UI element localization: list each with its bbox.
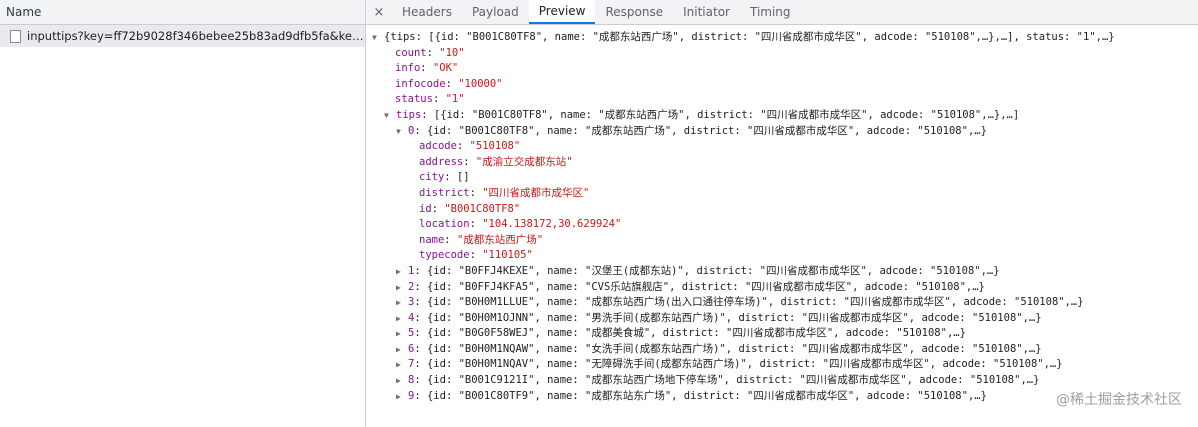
json-field: status: "1" [395, 93, 465, 106]
tips-item[interactable]: ▶ 2: {id: "B0FFJ4KFA5", name: "CVS乐站旗舰店",… [366, 280, 1198, 296]
name-column-header[interactable]: Name [0, 0, 365, 25]
field-key: address [419, 155, 464, 168]
tips-item[interactable]: ▶ 7: {id: "B0H0M1NQAV", name: "无障碍洗手间(成都东… [366, 357, 1198, 373]
item-index: 0 [408, 124, 415, 137]
item-index: 9 [408, 389, 415, 402]
item-index: 5 [408, 327, 415, 340]
field-key: id [419, 202, 432, 215]
request-row[interactable]: inputtips?key=ff72b9028f346bebee25b83ad9… [0, 25, 365, 47]
item0-field: district: "四川省成都市成华区" [419, 186, 590, 199]
item0-field: address: "成渝立交成都东站" [419, 155, 573, 168]
expanded-triangle-icon[interactable]: ▼ [396, 124, 408, 140]
collapsed-triangle-icon[interactable]: ▶ [396, 264, 408, 280]
item-index: 1 [408, 264, 415, 277]
tips-item-0[interactable]: ▼ 0: {id: "B001C80TF8", name: "成都东站西广场", … [366, 124, 1198, 140]
item0-field: id: "B001C80TF8" [419, 202, 521, 215]
field-value: "OK" [432, 62, 459, 75]
field-value: "104.138172,30.629924" [482, 218, 622, 231]
item-summary: {id: "B0H0M1OJNN", name: "男洗手间(成都东站西广场)"… [426, 311, 1042, 324]
json-field: info: "OK" [395, 62, 459, 75]
item-index: 4 [408, 311, 415, 324]
field-value: "成渝立交成都东站" [475, 155, 573, 168]
tab-preview[interactable]: Preview [528, 0, 596, 24]
close-icon[interactable]: × [366, 0, 392, 24]
item-index: 7 [408, 358, 415, 371]
expanded-triangle-icon[interactable]: ▼ [372, 30, 384, 46]
item-index: 3 [408, 296, 415, 309]
field-value: "B001C80TF8" [444, 202, 521, 215]
item-index: 2 [408, 280, 415, 293]
tab-response[interactable]: Response [595, 0, 673, 24]
item-summary: {id: "B0G0F58WEJ", name: "成都美食城", distri… [426, 327, 966, 340]
tips-item[interactable]: ▶ 3: {id: "B0H0M1LLUE", name: "成都东站西广场(出入… [366, 295, 1198, 311]
field-value: "成都东站西广场" [456, 233, 544, 246]
collapsed-triangle-icon[interactable]: ▶ [396, 280, 408, 296]
collapsed-triangle-icon[interactable]: ▶ [396, 311, 408, 327]
item-summary: {id: "B001C9121I", name: "成都东站西广场地下停车场",… [426, 374, 1040, 387]
field-value: "1" [445, 93, 465, 106]
item-summary: {id: "B001C80TF9", name: "成都东站东广场", dist… [426, 389, 987, 402]
field-value: "110105" [482, 249, 533, 262]
field-key: tips [396, 108, 422, 121]
item-summary: {id: "B0H0M1LLUE", name: "成都东站西广场(出入口通往停… [426, 296, 1084, 309]
details-pane: × Headers Payload Preview Response Initi… [366, 0, 1198, 427]
field-key: infocode [395, 77, 446, 90]
field-value: "10000" [458, 77, 503, 90]
item0-field: adcode: "510108" [419, 140, 521, 153]
item-summary: {id: "B0H0M1NQAV", name: "无障碍洗手间(成都东站西广场… [426, 358, 1063, 371]
field-key: adcode [419, 140, 457, 153]
item-summary: {id: "B0FFJ4KEXE", name: "汉堡王(成都东站)", di… [426, 264, 1000, 277]
collapsed-triangle-icon[interactable]: ▶ [396, 295, 408, 311]
document-icon [10, 29, 21, 43]
field-value: [] [456, 171, 470, 184]
request-name: inputtips?key=ff72b9028f346bebee25b83ad9… [27, 29, 365, 43]
tab-payload[interactable]: Payload [462, 0, 529, 24]
field-key: count [395, 46, 427, 59]
root-summary: {tips: [{id: "B001C80TF8", name: "成都东站西广… [384, 31, 1115, 43]
field-key: district [419, 186, 470, 199]
item-summary: {id: "B0H0M1NQAW", name: "女洗手间(成都东站西广场)"… [426, 342, 1042, 355]
collapsed-triangle-icon[interactable]: ▶ [396, 326, 408, 342]
collapsed-triangle-icon[interactable]: ▶ [396, 357, 408, 373]
tips-item[interactable]: ▶ 6: {id: "B0H0M1NQAW", name: "女洗手间(成都东站西… [366, 342, 1198, 358]
item0-field: location: "104.138172,30.629924" [419, 218, 622, 231]
field-key: name [419, 233, 445, 246]
collapsed-triangle-icon[interactable]: ▶ [396, 389, 408, 405]
name-header-label: Name [6, 5, 42, 19]
field-key: city [419, 171, 445, 184]
tips-item[interactable]: ▶ 5: {id: "B0G0F58WEJ", name: "成都美食城", di… [366, 326, 1198, 342]
tips-item[interactable]: ▶ 1: {id: "B0FFJ4KEXE", name: "汉堡王(成都东站)"… [366, 264, 1198, 280]
root-object-node[interactable]: ▼ {tips: [{id: "B001C80TF8", name: "成都东站西… [366, 30, 1198, 46]
preview-json-tree: ▼ {tips: [{id: "B001C80TF8", name: "成都东站西… [366, 25, 1198, 404]
tips-array-node[interactable]: ▼ tips: [{id: "B001C80TF8", name: "成都东站西广… [366, 108, 1198, 124]
json-field: infocode: "10000" [395, 77, 503, 90]
field-key: status [395, 93, 433, 106]
details-tabbar: × Headers Payload Preview Response Initi… [366, 0, 1198, 25]
collapsed-triangle-icon[interactable]: ▶ [396, 373, 408, 389]
collapsed-triangle-icon[interactable]: ▶ [396, 342, 408, 358]
tab-timing[interactable]: Timing [740, 0, 801, 24]
request-list-pane: Name inputtips?key=ff72b9028f346bebee25b… [0, 0, 366, 427]
tips-item[interactable]: ▶ 4: {id: "B0H0M1OJNN", name: "男洗手间(成都东站西… [366, 311, 1198, 327]
item-summary: {id: "B001C80TF8", name: "成都东站西广场", dist… [426, 124, 987, 137]
item-index: 8 [408, 374, 415, 387]
field-key: location [419, 218, 470, 231]
item0-field: city: [] [419, 171, 470, 184]
item-index: 6 [408, 342, 415, 355]
item0-field: name: "成都东站西广场" [419, 233, 544, 246]
json-field: count: "10" [395, 46, 465, 59]
field-key: typecode [419, 249, 470, 262]
field-key: info [395, 62, 421, 75]
item-summary: {id: "B0FFJ4KFA5", name: "CVS乐站旗舰店", dis… [426, 280, 985, 293]
watermark: @稀土掘金技术社区 [1056, 392, 1182, 408]
tab-initiator[interactable]: Initiator [673, 0, 740, 24]
tips-summary: [{id: "B001C80TF8", name: "成都东站西广场", dis… [433, 108, 1020, 121]
item0-field: typecode: "110105" [419, 249, 533, 262]
field-value: "510108" [469, 140, 521, 153]
field-value: "10" [439, 46, 465, 59]
tab-headers[interactable]: Headers [392, 0, 462, 24]
tips-item[interactable]: ▶ 8: {id: "B001C9121I", name: "成都东站西广场地下停… [366, 373, 1198, 389]
expanded-triangle-icon[interactable]: ▼ [384, 108, 396, 124]
field-value: "四川省成都市成华区" [482, 186, 590, 199]
